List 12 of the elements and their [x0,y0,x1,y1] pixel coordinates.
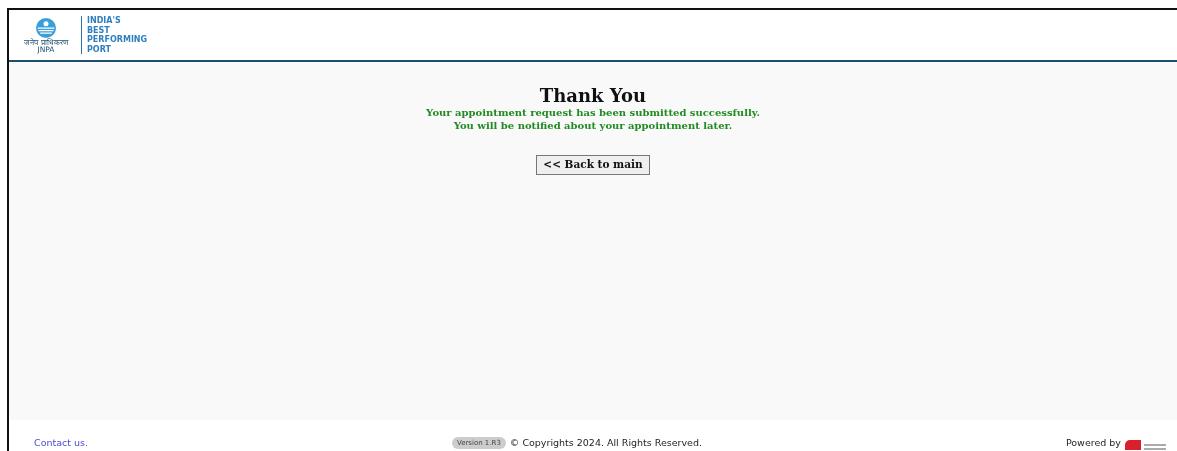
tagline-text: INDIA'S [87,16,122,26]
vendor-logo-icon [1125,440,1167,450]
tagline-text: PERFORMING [87,35,148,45]
contact-link[interactable]: Contact us. [34,435,88,451]
powered-by-text: Powered by [1065,435,1121,450]
success-message: You will be notified about your appointment later. [453,119,733,132]
tagline-text: BEST [87,25,111,35]
success-message: Your appointment request has been submitted successfully. [426,106,760,119]
thank-you-heading: Thank You [539,86,647,106]
copyright-text: © Copyrights 2024. All Rights Reserved. [509,435,702,450]
tagline-text: PORT [87,44,112,54]
back-to-main-button[interactable]: << Back to main [536,155,650,175]
